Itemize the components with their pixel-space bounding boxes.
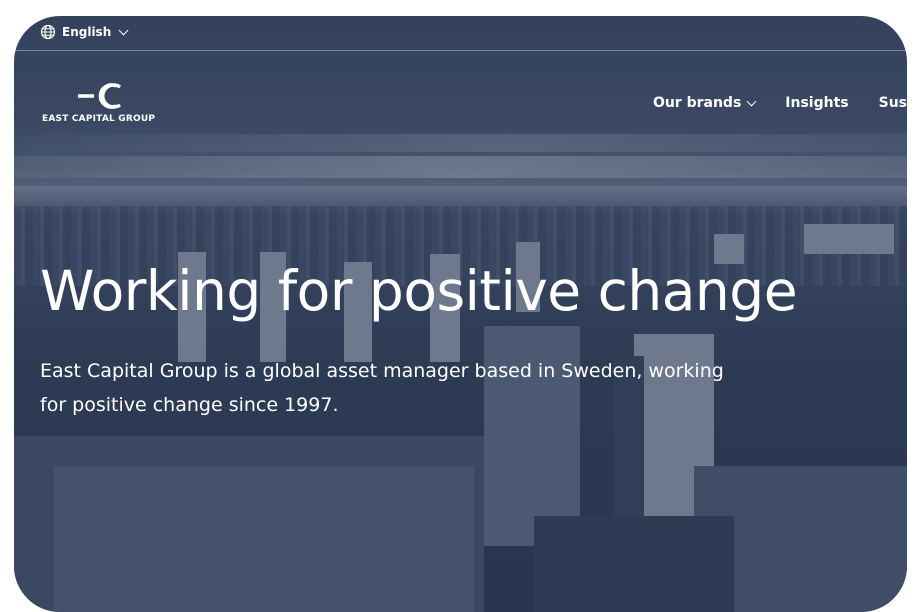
top-bar: English bbox=[14, 16, 907, 51]
main-nav: Our brands Insights Sus bbox=[653, 95, 907, 111]
nav-item-label: Our brands bbox=[652, 95, 742, 111]
nav-item-our-brands[interactable]: Our brands bbox=[652, 95, 757, 111]
chevron-down-icon bbox=[746, 96, 757, 106]
hero-subtitle: East Capital Group is a global asset man… bbox=[40, 360, 724, 416]
logo[interactable]: EAST CAPITAL GROUP bbox=[42, 82, 156, 124]
nav-item-label: Sus bbox=[878, 95, 907, 111]
logo-text: EAST CAPITAL GROUP bbox=[42, 114, 156, 124]
logo-mark bbox=[78, 83, 122, 109]
language-label: English bbox=[62, 25, 112, 39]
globe-icon bbox=[40, 24, 56, 40]
nav-item-sustainability[interactable]: Sus bbox=[879, 95, 907, 111]
hero-title: Working for positive change bbox=[40, 259, 798, 323]
nav-item-insights[interactable]: Insights bbox=[785, 95, 848, 111]
language-selector[interactable]: English bbox=[40, 24, 129, 40]
nav-item-label: Insights bbox=[785, 95, 849, 111]
chevron-down-icon bbox=[118, 25, 129, 35]
hero-frame: English EAST CAPITAL GROUP Our brands In… bbox=[14, 16, 907, 612]
